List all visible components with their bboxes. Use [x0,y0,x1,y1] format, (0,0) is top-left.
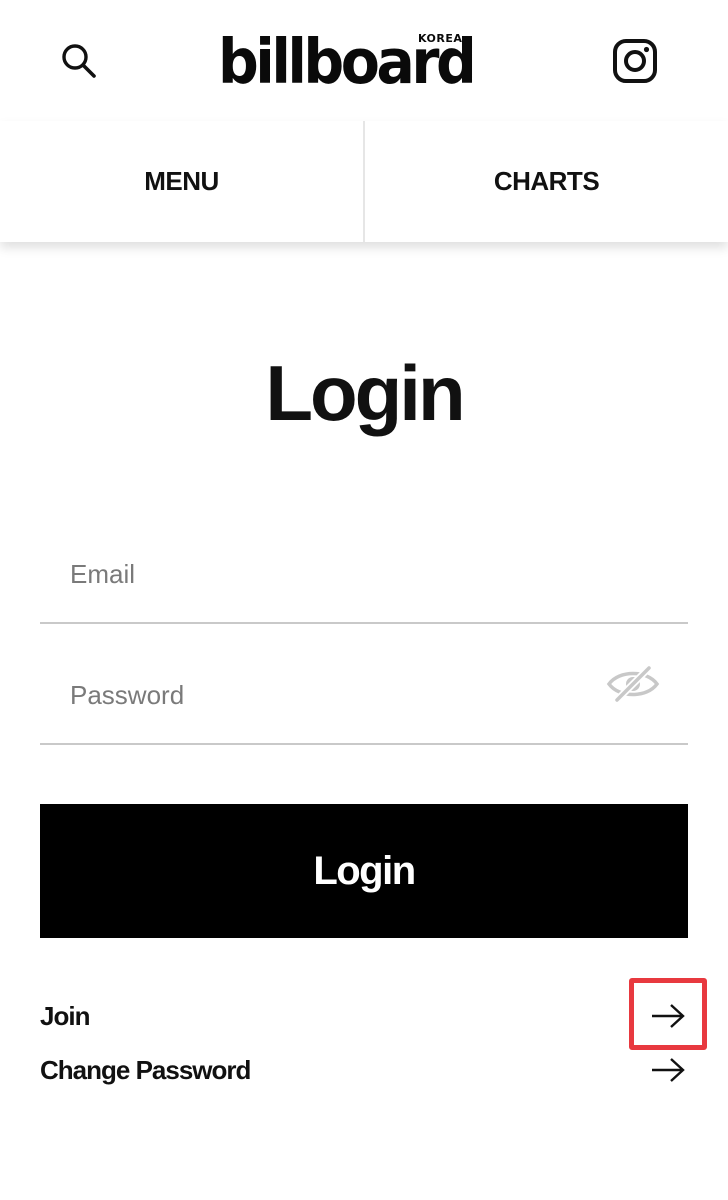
search-icon [62,44,96,78]
billboard-korea-logo[interactable]: billboard KOREA [218,22,480,94]
site-header: billboard KOREA [0,0,728,123]
tab-charts[interactable]: CHARTS [363,121,728,242]
login-button[interactable]: Login [40,804,688,938]
email-input[interactable] [70,559,598,590]
search-button[interactable] [52,34,106,88]
main-tab-bar: MENU CHARTS [0,121,728,242]
tab-menu[interactable]: MENU [0,121,363,242]
password-visibility-toggle[interactable] [604,663,662,705]
password-input[interactable] [70,680,598,711]
change-password-link[interactable]: Change Password [40,1048,688,1092]
join-arrow-button[interactable] [648,1001,688,1031]
page-title: Login [265,349,465,437]
email-field-container [40,502,688,624]
login-page: billboard KOREA MENU CHARTS Login Email … [0,0,728,1200]
instagram-icon [613,39,657,83]
arrow-right-icon [652,1058,685,1082]
change-password-label: Change Password [40,1054,251,1085]
instagram-button[interactable] [606,32,664,90]
password-field-container [40,623,688,745]
join-label: Join [40,1000,90,1031]
logo-subtext: KOREA [418,32,463,45]
join-link[interactable]: Join [40,994,688,1038]
eye-slash-icon [606,665,660,703]
arrow-right-icon [652,1004,685,1028]
change-password-arrow-button[interactable] [648,1055,688,1085]
